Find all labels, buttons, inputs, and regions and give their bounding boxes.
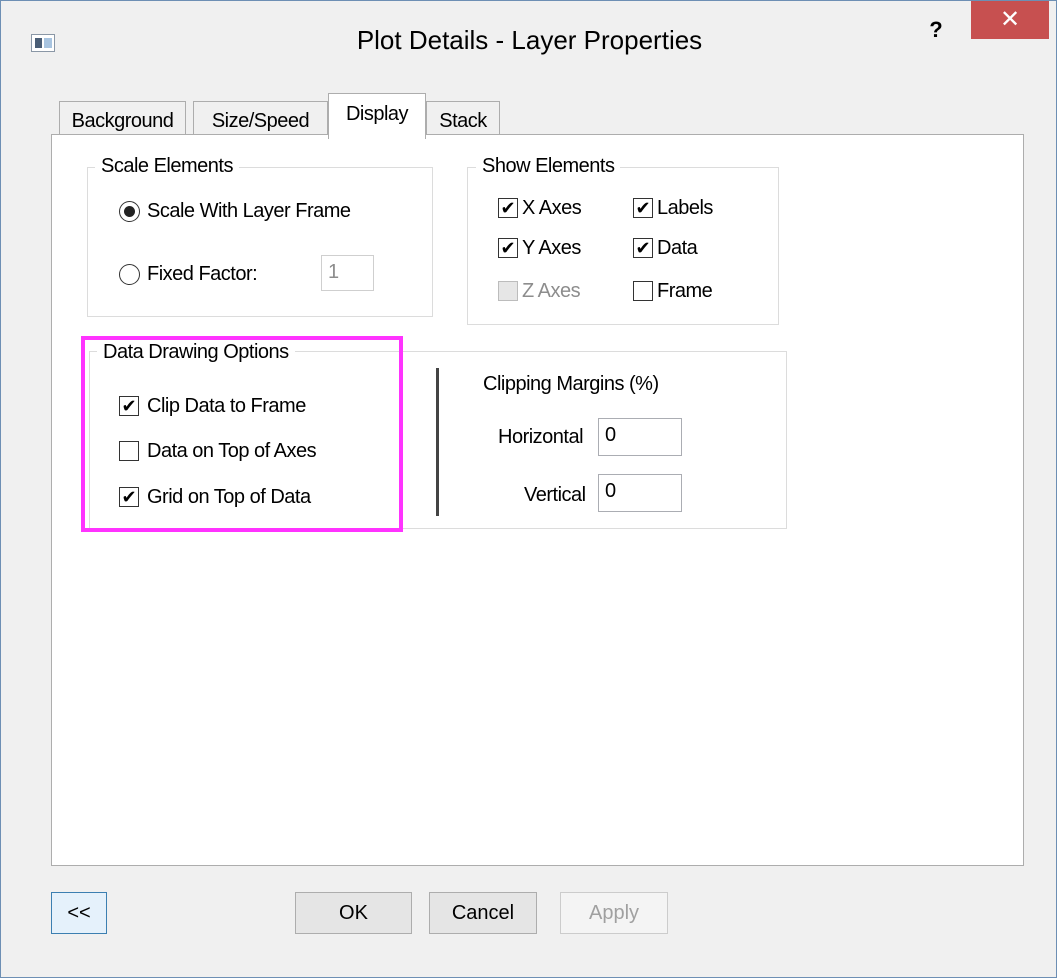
scale-elements-group — [87, 167, 433, 317]
show-elements-legend: Show Elements — [476, 154, 621, 178]
scale-with-layer-frame-label: Scale With Layer Frame — [147, 200, 351, 222]
fixed-factor-input[interactable]: 1 — [321, 255, 374, 291]
title-bar: Plot Details - Layer Properties ? ✕ — [1, 1, 1056, 85]
z-axes-checkbox — [498, 281, 518, 301]
cancel-button[interactable]: Cancel — [429, 892, 537, 934]
frame-checkbox[interactable] — [633, 281, 653, 301]
scale-elements-legend: Scale Elements — [95, 154, 239, 178]
help-button[interactable]: ? — [921, 15, 951, 45]
clip-data-to-frame-label: Clip Data to Frame — [147, 395, 306, 417]
clipping-margins-title: Clipping Margins (%) — [483, 373, 659, 395]
close-button[interactable]: ✕ — [971, 1, 1049, 39]
group-separator — [436, 368, 439, 516]
fixed-factor-radio[interactable] — [119, 264, 140, 285]
scale-with-layer-frame-radio[interactable] — [119, 201, 140, 222]
horizontal-margin-label: Horizontal — [498, 426, 584, 448]
collapse-button[interactable]: << — [51, 892, 107, 934]
data-checkbox[interactable]: ✔ — [633, 238, 653, 258]
y-axes-label: Y Axes — [522, 237, 581, 259]
labels-checkbox[interactable]: ✔ — [633, 198, 653, 218]
grid-on-top-of-data-label: Grid on Top of Data — [147, 486, 311, 508]
z-axes-label: Z Axes — [522, 280, 581, 302]
x-axes-label: X Axes — [522, 197, 582, 219]
labels-label: Labels — [657, 197, 713, 219]
data-label: Data — [657, 237, 698, 259]
vertical-margin-input[interactable]: 0 — [598, 474, 682, 512]
dialog-title: Plot Details - Layer Properties — [356, 25, 703, 55]
ok-button[interactable]: OK — [295, 892, 412, 934]
plot-details-dialog: Plot Details - Layer Properties ? ✕ Back… — [0, 0, 1057, 978]
clip-data-to-frame-checkbox[interactable]: ✔ — [119, 396, 139, 416]
frame-label: Frame — [657, 280, 713, 302]
data-on-top-of-axes-checkbox[interactable] — [119, 441, 139, 461]
y-axes-checkbox[interactable]: ✔ — [498, 238, 518, 258]
horizontal-margin-input[interactable]: 0 — [598, 418, 682, 456]
apply-button[interactable]: Apply — [560, 892, 668, 934]
vertical-margin-label: Vertical — [524, 484, 586, 506]
fixed-factor-label: Fixed Factor: — [147, 263, 258, 285]
grid-on-top-of-data-checkbox[interactable]: ✔ — [119, 487, 139, 507]
data-drawing-options-legend: Data Drawing Options — [97, 340, 295, 364]
x-axes-checkbox[interactable]: ✔ — [498, 198, 518, 218]
data-on-top-of-axes-label: Data on Top of Axes — [147, 440, 317, 462]
tab-display[interactable]: Display — [328, 93, 426, 139]
